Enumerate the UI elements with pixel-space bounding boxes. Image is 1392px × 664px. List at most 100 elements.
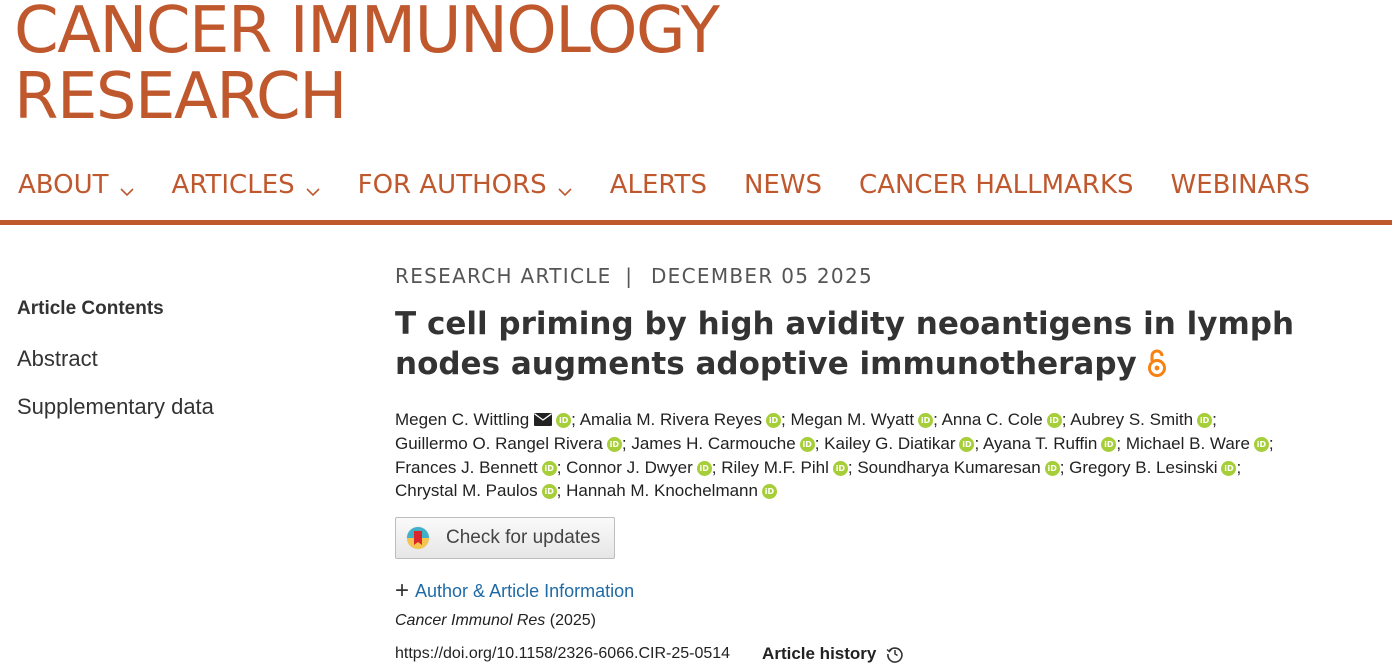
check-for-updates-label: Check for updates [446,526,601,548]
nav-item-about[interactable]: ABOUT [18,170,135,200]
orcid-icon[interactable]: iD [1101,437,1117,453]
article-history-button[interactable]: Article history [762,644,904,664]
author-name-text: Megan M. Wyatt [790,409,915,429]
article-meta: RESEARCH ARTICLE | DECEMBER 05 2025 [395,264,1385,288]
author-name-text: James H. Carmouche [631,434,796,454]
author-name[interactable]: Soundharya Kumaresan iD [857,457,1060,477]
orcid-icon[interactable]: iD [606,437,622,453]
author-name[interactable]: Aubrey S. Smith iD [1070,409,1213,429]
journal-logo[interactable]: CANCER IMMUNOLOGY RESEARCH [14,0,720,134]
orcid-icon[interactable]: iD [766,412,782,428]
journal-name-line2: RESEARCH [14,60,347,134]
author-name-text: Soundharya Kumaresan [857,457,1041,477]
nav-item-news[interactable]: NEWS [744,170,822,200]
author-name-text: Gregory B. Lesinski [1069,457,1218,477]
author-name[interactable]: Kailey G. Diatikar iD [824,434,975,454]
author-name-text: Ayana T. Ruffin [983,434,1098,454]
nav-item-label: CANCER HALLMARKS [859,170,1134,200]
author-name-text: Frances J. Bennett [395,457,538,477]
orcid-icon[interactable]: iD [1046,412,1062,428]
article-history-label: Article history [762,643,877,663]
meta-separator: | [625,264,634,288]
crossmark-icon [406,526,430,550]
envelope-icon[interactable] [534,409,553,433]
doi-row: https://doi.org/10.1158/2326-6066.CIR-25… [395,644,1385,664]
journal-abbrev: Cancer Immunol Res [395,611,546,629]
doi-link[interactable]: https://doi.org/10.1158/2326-6066.CIR-25… [395,645,730,663]
orcid-icon[interactable]: iD [959,437,975,453]
author-name[interactable]: Hannah M. Knochelmann iD [566,481,777,500]
chevron-down-icon [305,177,321,197]
author-article-information-toggle[interactable]: + Author & Article Information [395,577,1385,605]
article-contents-sidebar: Article Contents Abstract Supplementary … [17,298,347,442]
orcid-icon[interactable]: iD [541,484,557,500]
author-name[interactable]: Guillermo O. Rangel Rivera iD [395,434,622,453]
orcid-icon[interactable]: iD [918,412,934,428]
orcid-icon[interactable]: iD [761,484,777,500]
orcid-icon[interactable]: iD [832,460,848,476]
history-clock-icon [886,647,904,663]
author-name[interactable]: Anna C. Cole iD [942,410,1062,429]
author-name[interactable]: Megan M. Wyatt iD [790,409,934,429]
article-header: RESEARCH ARTICLE | DECEMBER 05 2025 T ce… [395,264,1385,664]
nav-item-label: ARTICLES [171,170,295,200]
author-name[interactable]: Frances J. Bennett iD [395,458,557,477]
author-name-text: Amalia M. Rivera Reyes [579,409,763,429]
author-article-information-label: Author & Article Information [415,580,635,601]
check-for-updates-button[interactable]: Check for updates [395,516,615,559]
main-nav: ABOUT ARTICLES FOR AUTHORS ALERTS NEWS CANCER… [18,168,1347,202]
author-name[interactable]: Riley M.F. Pihl iD [721,458,848,477]
orcid-icon[interactable]: iD [541,460,557,476]
nav-item-label: FOR AUTHORS [357,170,547,200]
journal-citation: Cancer Immunol Res (2025) [395,612,1385,630]
author-name-text: Riley M.F. Pihl [721,457,829,477]
journal-name-line1: CANCER IMMUNOLOGY [14,0,720,68]
article-contents-title: Article Contents [17,298,164,319]
author-name[interactable]: Ayana T. Ruffin iD [983,434,1117,454]
author-name-text: Megen C. Wittling [395,409,530,429]
chevron-down-icon [119,177,135,197]
article-title: T cell priming by high avidity neoantige… [395,304,1355,387]
orcid-icon[interactable]: iD [799,437,815,453]
author-list: Megen C. Wittling iD; Amalia M. Rivera Re… [395,409,1274,501]
orcid-icon[interactable]: iD [1197,412,1213,428]
plus-icon: + [395,577,410,605]
sidebar-link-supplementary-data[interactable]: Supplementary data [17,394,347,420]
nav-item-label: WEBINARS [1170,170,1310,200]
author-name-text: Michael B. Ware [1125,434,1250,454]
nav-item-webinars[interactable]: WEBINARS [1171,170,1310,200]
author-name[interactable]: James H. Carmouche iD [631,434,815,454]
author-name-text: Guillermo O. Rangel Rivera [395,434,603,454]
orcid-icon[interactable]: iD [556,412,572,428]
author-name[interactable]: Megen C. Wittling iD [395,409,572,429]
sidebar-link-abstract[interactable]: Abstract [17,346,347,372]
open-access-lock-icon [1147,347,1167,387]
author-name-text: Connor J. Dwyer [566,457,693,477]
author-name[interactable]: Amalia M. Rivera Reyes iD [579,409,782,429]
nav-item-label: ABOUT [18,170,109,200]
author-name[interactable]: Connor J. Dwyer iD [566,458,712,477]
orcid-icon[interactable]: iD [1044,460,1060,476]
publication-date: DECEMBER 05 2025 [650,264,873,288]
author-name[interactable]: Chrystal M. Paulos iD [395,481,557,500]
orcid-icon[interactable]: iD [1221,460,1237,476]
article-type: RESEARCH ARTICLE [395,264,612,288]
author-name-text: Hannah M. Knochelmann [566,481,758,501]
author-name-text: Chrystal M. Paulos [395,481,538,501]
author-name[interactable]: Gregory B. Lesinski iD [1069,457,1237,477]
nav-item-alerts[interactable]: ALERTS [610,170,707,200]
nav-item-cancer-hallmarks[interactable]: CANCER HALLMARKS [859,170,1133,200]
nav-item-for-authors[interactable]: FOR AUTHORS [358,170,573,200]
author-name-text: Anna C. Cole [941,409,1043,429]
nav-item-label: ALERTS [609,170,707,200]
citation-year: (2025) [549,611,596,629]
author-name[interactable]: Michael B. Ware iD [1126,434,1269,453]
nav-divider [0,220,1392,225]
nav-item-articles[interactable]: ARTICLES [172,170,321,200]
author-name-text: Aubrey S. Smith [1070,409,1194,429]
orcid-icon[interactable]: iD [1253,437,1269,453]
orcid-icon[interactable]: iD [696,460,712,476]
author-name-text: Kailey G. Diatikar [824,434,956,454]
chevron-down-icon [557,177,573,197]
nav-item-label: NEWS [743,170,823,200]
